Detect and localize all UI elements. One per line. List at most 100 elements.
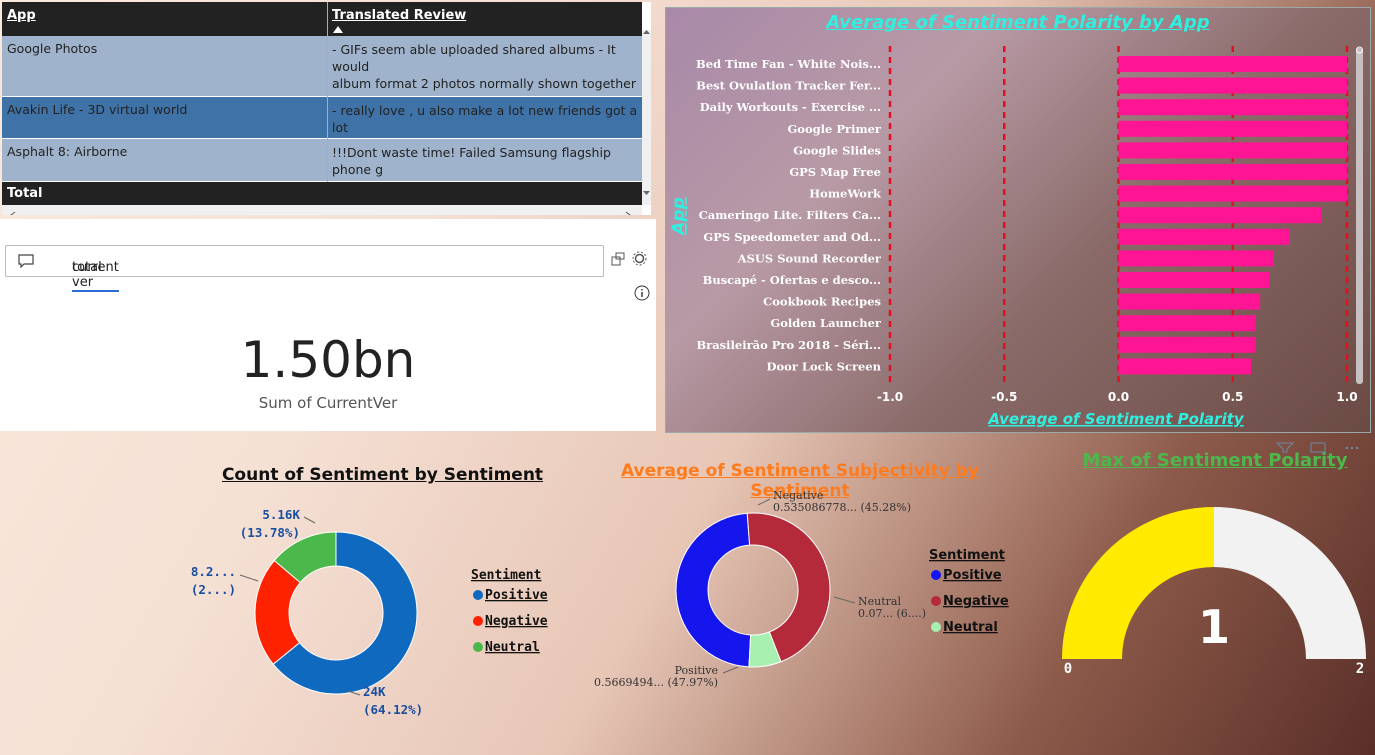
data-label: (2...) [191, 582, 236, 597]
bar-chart-panel: Average of Sentiment Polarity by App -1.… [665, 7, 1371, 433]
y-tick-label: Cookbook Recipes [763, 295, 881, 309]
x-tick-label: 0.5 [1222, 390, 1243, 404]
table-row[interactable]: Avakin Life - 3D virtual world - really l… [2, 97, 642, 139]
qa-visual: total current ver 1.50bn Sum of CurrentV… [0, 219, 656, 431]
y-axis-title: App [669, 197, 689, 237]
y-tick-label: GPS Map Free [789, 165, 881, 179]
leader-line [722, 666, 739, 674]
x-tick-label: 1.0 [1336, 390, 1357, 404]
donut-slice[interactable] [675, 512, 752, 668]
bar[interactable] [1118, 293, 1261, 310]
table-total-row: Total [2, 182, 642, 205]
data-label: 0.5669494... (47.97%) [594, 676, 718, 689]
data-label: 24K [363, 684, 386, 699]
vertical-scrollbar[interactable] [642, 30, 651, 205]
x-tick-label: -0.5 [991, 390, 1017, 404]
legend-marker [473, 642, 483, 652]
bar[interactable] [1118, 228, 1290, 245]
y-tick-label: Golden Launcher [770, 316, 882, 330]
bar[interactable] [1118, 164, 1348, 180]
leader-line [303, 516, 316, 524]
hscroll-arrows-icon [10, 211, 631, 215]
y-tick-label: Best Ovulation Tracker Fer... [696, 79, 881, 93]
legend-item[interactable]: Negative [943, 594, 1009, 609]
bar[interactable] [1118, 336, 1256, 353]
cell-app: Asphalt 8: Airborne [7, 144, 128, 159]
table-row[interactable]: Asphalt 8: Airborne !!!Dont waste time! F… [2, 139, 642, 182]
bar[interactable] [1118, 250, 1274, 267]
y-tick-label: Bed Time Fan - White Nois... [696, 57, 881, 71]
y-tick-label: Google Slides [793, 143, 881, 157]
info-icon[interactable] [634, 285, 650, 301]
bar[interactable] [1118, 56, 1348, 72]
kpi-caption: Sum of CurrentVer [258, 394, 398, 412]
chat-bubble-icon [18, 254, 34, 268]
legend-marker [473, 590, 483, 600]
legend-marker [931, 570, 941, 580]
col-header-review[interactable]: Translated Review [332, 8, 466, 23]
qa-search-input[interactable]: total current ver [5, 245, 604, 292]
legend-marker [931, 596, 941, 606]
sentiment-subjectivity-donut: Negative 0.535086778... (45.28%) Positive 0… [594, 489, 1009, 689]
bar-chart: -1.0 -0.5 0.0 0.5 1.0 Bed Time Fan - White No… [669, 46, 1363, 428]
convert-visual-icon[interactable] [611, 252, 625, 266]
bar[interactable] [1118, 120, 1348, 137]
col-header-app[interactable]: App [7, 8, 36, 23]
y-tick-label: Buscapé - Ofertas e desco... [703, 273, 881, 287]
bar-chart-scrollbar[interactable] [1356, 48, 1363, 384]
data-label: 0.07... (6....) [858, 607, 926, 620]
bar[interactable] [1118, 272, 1270, 288]
bar[interactable] [1118, 77, 1348, 94]
data-label: (64.12%) [363, 702, 423, 717]
gear-icon[interactable] [632, 251, 647, 266]
x-axis-title: Average of Sentiment Polarity [987, 410, 1245, 428]
legend-item[interactable]: Neutral [943, 620, 998, 635]
cell-app: Avakin Life - 3D virtual world [7, 102, 188, 117]
y-tick-label: Cameringo Lite. Filters Ca... [699, 208, 881, 222]
sentiment-count-donut: 24K (64.12%) 8.2... (2...) 5.16K (13.78%) Sent… [191, 507, 548, 717]
data-label: 0.535086778... (45.28%) [773, 501, 911, 514]
data-label: (13.78%) [240, 525, 300, 540]
y-tick-label: Door Lock Screen [767, 359, 882, 373]
leader-line [239, 574, 259, 582]
sentiment-gauge: 1 0 2 [1062, 507, 1366, 677]
y-tick-label: ASUS Sound Recorder [737, 251, 882, 265]
bar[interactable] [1118, 185, 1348, 202]
legend-item[interactable]: Negative [485, 614, 548, 629]
horizontal-scrollbar[interactable] [2, 205, 642, 215]
gauge-track [1214, 507, 1366, 659]
gauge-value: 1 [1198, 600, 1230, 654]
column-divider [327, 2, 328, 205]
y-tick-label: Google Primer [787, 122, 881, 136]
bar[interactable] [1118, 315, 1256, 332]
y-tick-label: Daily Workouts - Exercise ... [700, 100, 881, 114]
legend-marker [931, 622, 941, 632]
legend-item[interactable]: Neutral [485, 640, 540, 655]
legend-item[interactable]: Positive [943, 568, 1002, 583]
gauge-max-label: 2 [1356, 661, 1364, 677]
gauge-title: Max of Sentiment Polarity [1082, 450, 1348, 471]
cell-review: - really love , u also make a lot new fr… [332, 103, 638, 138]
legend-item[interactable]: Positive [485, 588, 548, 603]
x-tick-label: -1.0 [877, 390, 903, 404]
leader-line [833, 596, 856, 604]
cell-review: !!!Dont waste time! Failed Samsung flags… [332, 145, 637, 181]
table-header: App Translated Review [2, 2, 642, 38]
y-tick-label: Brasileirão Pro 2018 - Séri... [696, 338, 881, 352]
legend-marker [473, 616, 483, 626]
bar[interactable] [1118, 142, 1348, 159]
bar[interactable] [1118, 99, 1348, 116]
table-row[interactable]: Google Photos - GIFs seem able uploaded s… [2, 36, 642, 97]
cell-app: Google Photos [7, 41, 98, 56]
bar[interactable] [1118, 207, 1322, 224]
y-tick-label: HomeWork [809, 187, 882, 201]
legend-title: Sentiment [929, 548, 1005, 563]
bar[interactable] [1118, 358, 1252, 375]
gauge-fill [1062, 507, 1214, 659]
gauge-min-label: 0 [1064, 661, 1072, 677]
y-tick-label: GPS Speedometer and Od... [703, 230, 881, 244]
scroll-arrows-icon [643, 30, 650, 195]
cell-review: - GIFs seem able uploaded shared albums … [332, 42, 636, 96]
kpi-value: 1.50bn [240, 331, 416, 389]
donut1-title: Count of Sentiment by Sentiment [221, 465, 544, 485]
